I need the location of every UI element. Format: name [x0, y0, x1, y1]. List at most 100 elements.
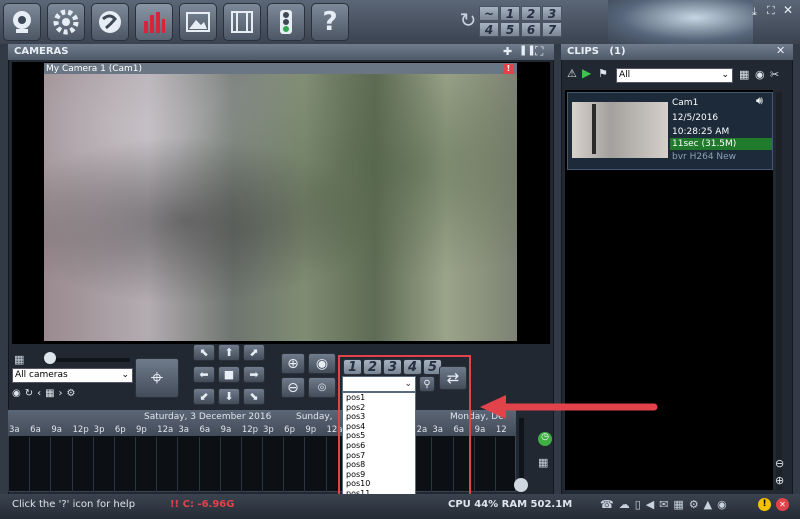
timeline-hour: 9a [51, 425, 62, 435]
ptz-down-left-button[interactable]: ⬋ [193, 388, 215, 405]
timeline-hour: 12 [495, 425, 507, 435]
timeline-hour: 9a [220, 425, 232, 435]
ptz-up-button[interactable]: ⬆ [218, 344, 240, 361]
tools-icon[interactable]: ✂ [770, 68, 779, 81]
ptz-home-button[interactable]: ■ [218, 366, 240, 383]
main-toolbar: ? ↻ ~ 1 2 3 4 5 6 7 ⤓ ⛶ ✕ [0, 0, 800, 44]
zoom-out-icon[interactable]: ⊖ [281, 377, 305, 398]
timeline-tick [325, 437, 327, 492]
timeline-tick [29, 437, 31, 492]
film-icon[interactable] [223, 3, 261, 41]
camera-select[interactable]: All cameras ⌄ [12, 368, 133, 383]
timeline-date: Saturday, 3 December 2016 [144, 412, 272, 422]
timeline-tick [240, 437, 242, 492]
ptz-up-left-button[interactable]: ⬉ [193, 344, 215, 361]
ptz-right-button[interactable]: ➡ [243, 366, 265, 383]
timeline-tick [8, 437, 9, 492]
timeline-tick [219, 437, 221, 492]
traffic-light-icon[interactable] [267, 3, 305, 41]
picture-icon[interactable] [179, 3, 217, 41]
app-window: ? ↻ ~ 1 2 3 4 5 6 7 ⤓ ⛶ ✕ CAMERAS ✚ ❚❚ ⛶… [0, 0, 800, 519]
ptz-down-right-button[interactable]: ⬊ [243, 388, 265, 405]
clips-filter-select[interactable]: All ⌄ [616, 68, 733, 83]
close-icon[interactable]: ✕ [783, 3, 793, 17]
ptz-left-button[interactable]: ⬅ [193, 366, 215, 383]
numpad-key[interactable]: 4 [479, 22, 499, 37]
eye-logo [608, 0, 753, 44]
timeline-tick [71, 437, 73, 492]
ptz-down-button[interactable]: ⬇ [218, 388, 240, 405]
layout-numpad: ~ 1 2 3 4 5 6 7 [479, 6, 573, 38]
alert-icon[interactable]: ! [758, 498, 771, 511]
timeline-hour: 12p [72, 425, 89, 435]
ptz-target-button[interactable]: ⌖ [135, 358, 179, 398]
close-icon[interactable]: ✕ [776, 44, 785, 57]
resource-usage: CPU 44% RAM 502.1M [448, 499, 573, 510]
volume-slider[interactable] [44, 358, 130, 362]
fullscreen-icon[interactable]: ⛶ [767, 4, 775, 18]
speaker-icon[interactable]: 🔊︎ [756, 94, 763, 108]
clips-scrollbar[interactable] [776, 92, 782, 490]
numpad-key[interactable]: 5 [500, 22, 520, 37]
timeline-hour: 12p [241, 425, 259, 435]
flag-icon[interactable]: ⚑ [598, 67, 608, 80]
help-icon[interactable]: ? [311, 3, 349, 41]
play-icon[interactable]: ▶ [582, 66, 591, 80]
timeline-tick [262, 437, 263, 492]
timeline-hour: 3a [9, 425, 20, 435]
timeline-hour: 3a [178, 425, 189, 435]
bar-chart-icon[interactable] [135, 3, 173, 41]
numpad-key[interactable]: 3 [542, 6, 562, 21]
close-app-icon[interactable]: ✕ [776, 498, 789, 511]
clock-icon[interactable]: ◷ [538, 432, 552, 446]
timeline-hour: 3p [93, 425, 105, 435]
numpad-key[interactable]: 7 [542, 22, 562, 37]
timeline-tick [50, 437, 52, 492]
refresh-icon[interactable]: ↻ [458, 8, 478, 36]
globe-icon[interactable] [91, 3, 129, 41]
camera-select-value: All cameras [15, 370, 68, 380]
timeline-tick [92, 437, 94, 492]
eye-small-icon[interactable]: ◎ [308, 377, 336, 398]
timeline-hour: 6a [199, 425, 211, 435]
zoom-in-icon[interactable]: ⊕ [281, 353, 305, 374]
timeline-thumb[interactable] [514, 478, 528, 492]
numpad-key[interactable]: 6 [521, 22, 541, 37]
thumbnail-detail [592, 104, 596, 154]
status-icons[interactable]: ☎☁▯◀✉▦⚙▲◉ [600, 498, 732, 511]
warning-filter-icon[interactable]: ⚠ [567, 67, 577, 80]
camera-nav-icons[interactable]: ◉↻‹▦›⚙ [12, 388, 80, 399]
timeline-tick [177, 437, 179, 492]
calendar-icon[interactable]: ▦ [538, 456, 548, 469]
ptz-up-right-button[interactable]: ⬈ [243, 344, 265, 361]
clip-camera: Cam1 [672, 98, 699, 108]
webcam-icon[interactable] [3, 3, 41, 41]
eye-icon[interactable]: ◉ [308, 353, 336, 374]
numpad-key[interactable]: ~ [479, 6, 499, 21]
add-icon[interactable]: ✚ [503, 45, 512, 58]
numpad-key[interactable]: 1 [500, 6, 520, 21]
webcam-icon[interactable]: ◉ [755, 68, 765, 81]
timeline-tick [304, 437, 306, 492]
slider-thumb[interactable] [44, 352, 56, 364]
timeline-tick [135, 437, 136, 492]
timeline-hour: 12a [157, 425, 174, 435]
clips-title: CLIPS [567, 46, 599, 57]
fullscreen-icon[interactable]: ⛶ [535, 44, 543, 59]
gear-icon[interactable] [47, 3, 85, 41]
numpad-key[interactable]: 2 [521, 6, 541, 21]
calendar-icon[interactable]: ▦ [739, 68, 749, 81]
clip-meta: bvr H264 New [672, 152, 737, 162]
zoom-out-icon[interactable]: ⊖ [775, 457, 784, 470]
timeline-hour: 3p [263, 425, 274, 435]
clip-duration: 11sec (31.5M) [670, 138, 772, 150]
timeline-tick [283, 437, 285, 492]
timeline-tick [198, 437, 200, 492]
layout-grid-icon[interactable]: ▦ [14, 353, 24, 366]
timeline-tick [473, 437, 475, 492]
zoom-in-icon[interactable]: ⊕ [775, 474, 784, 487]
clip-date: 12/5/2016 [672, 113, 719, 123]
pause-icon[interactable]: ❚❚ [519, 45, 536, 56]
timeline-tick [156, 437, 158, 492]
download-icon[interactable]: ⤓ [752, 5, 757, 19]
